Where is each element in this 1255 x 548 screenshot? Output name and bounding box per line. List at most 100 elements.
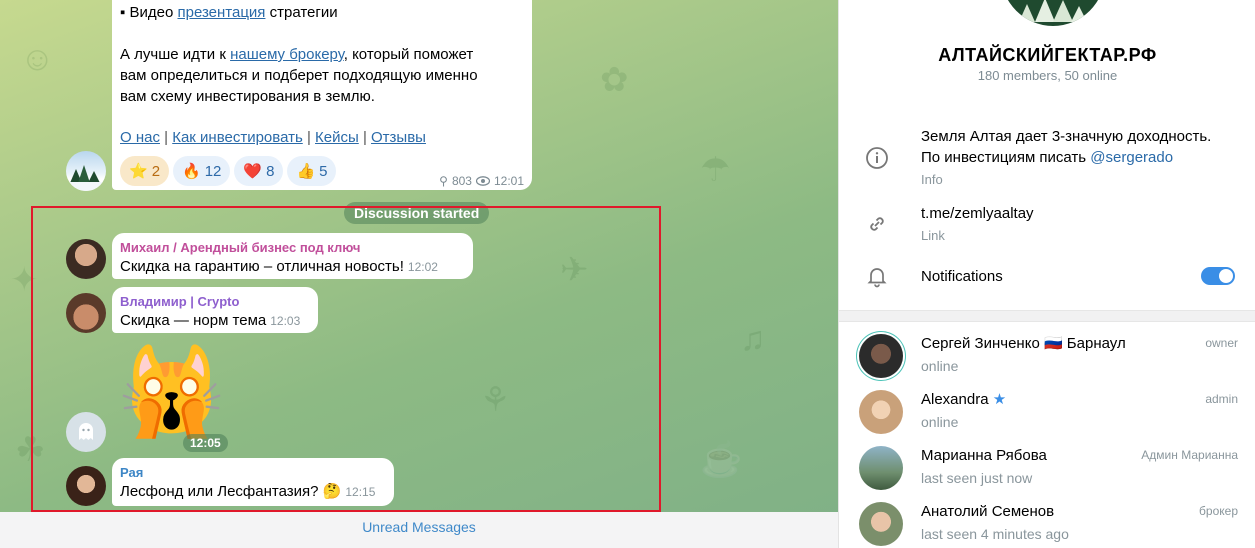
reaction-count: 2 <box>151 162 161 180</box>
bell-icon <box>867 268 887 288</box>
avatar <box>859 502 903 546</box>
channel-post[interactable]: ▪ Видео презентация стратегии А лучше ид… <box>112 0 532 190</box>
message-text: Лесфонд или Лесфантазия? 🤔 <box>120 483 342 500</box>
member-row[interactable]: Марианна Рябова last seen just now Админ… <box>839 440 1255 496</box>
info-icon <box>866 147 888 169</box>
ghost-icon <box>79 423 93 440</box>
message-author[interactable]: Рая <box>120 464 384 481</box>
post-text: А лучше идти к <box>120 46 231 63</box>
message-bubble[interactable]: Владимир | Crypto Скидка — норм тема 12:0… <box>112 287 318 333</box>
channel-info-pane: АЛТАЙСКИЙГЕКТАР.РФ 180 members, 50 onlin… <box>838 0 1255 548</box>
background-doodle: ♫ <box>740 320 766 358</box>
post-text: вам определиться и подберет подходящую и… <box>120 67 478 84</box>
message-time: 12:15 <box>345 485 376 499</box>
post-text: , который поможет <box>343 46 474 63</box>
channel-avatar[interactable] <box>66 151 106 191</box>
section-divider <box>839 310 1255 322</box>
thumbs-up-icon: 👍 <box>296 163 316 180</box>
reaction-count: 5 <box>319 162 328 180</box>
link-icon <box>870 217 884 231</box>
mention-link[interactable]: @sergerado <box>1090 149 1173 166</box>
link-label: Link <box>921 228 945 243</box>
info-label: Info <box>921 172 943 187</box>
reactions-bar: ⭐ 2 🔥 12 ❤️ 8 👍 5 <box>120 156 337 186</box>
ghost-avatar[interactable] <box>66 412 106 452</box>
member-role: Админ Марианна <box>1141 448 1238 462</box>
post-paragraph: А лучше идти к нашему брокеру, который п… <box>120 44 524 65</box>
avatar <box>859 334 903 378</box>
fire-icon: 🔥 <box>182 163 201 180</box>
channel-member-count: 180 members, 50 online <box>977 68 1118 83</box>
reaction-fire[interactable]: 🔥 12 <box>173 156 231 186</box>
channel-description[interactable]: Земля Алтая дает 3-значную доходность. П… <box>921 126 1211 168</box>
notifications-toggle[interactable] <box>1201 267 1235 285</box>
post-line-video: ▪ Видео презентация стратегии <box>120 2 524 23</box>
channel-link[interactable]: t.me/zemlyaaltay <box>921 203 1034 224</box>
avatar[interactable] <box>66 466 106 506</box>
chat-pane[interactable]: ☺ ✿ ☂ ✈ ♫ ⚘ ☕ ✦ ☘ ▪ Видео презентация ст… <box>0 0 838 548</box>
avatar[interactable] <box>66 293 106 333</box>
presentation-link[interactable]: презентация <box>177 4 265 21</box>
cat-sticker[interactable]: 🙀 <box>118 342 225 442</box>
eye-icon <box>475 176 490 186</box>
member-status: online <box>921 358 959 374</box>
message-time: 12:03 <box>270 314 301 328</box>
reaction-star[interactable]: ⭐ 2 <box>120 156 170 186</box>
link-separator: | <box>306 129 311 146</box>
channel-title: АЛТАЙСКИЙГЕКТАР.РФ <box>938 45 1157 65</box>
heart-icon: ❤️ <box>243 163 263 180</box>
member-name: Марианна Рябова <box>921 447 1047 464</box>
message-bubble[interactable]: Рая Лесфонд или Лесфантазия? 🤔 12:15 <box>112 458 394 506</box>
about-link[interactable]: О нас <box>120 129 160 146</box>
link-separator: | <box>362 129 367 146</box>
reaction-heart[interactable]: ❤️ 8 <box>234 156 284 186</box>
sticker-time: 12:05 <box>183 434 228 452</box>
message-author[interactable]: Владимир | Crypto <box>120 293 308 310</box>
toggle-knob <box>1219 269 1233 283</box>
avatar <box>859 390 903 434</box>
message-bubble[interactable]: Михаил / Арендный бизнес под ключ Скидка… <box>112 233 473 279</box>
member-status: online <box>921 414 959 430</box>
reaction-thumbs-up[interactable]: 👍 5 <box>287 156 337 186</box>
member-name-text: Alexandra <box>921 391 989 408</box>
member-role: брокер <box>1199 504 1238 518</box>
post-links: О нас | Как инвестировать | Кейсы | Отзы… <box>120 127 524 148</box>
member-row[interactable]: Alexandra ★ online admin <box>839 384 1255 440</box>
member-name: Анатолий Семенов <box>921 503 1055 520</box>
member-row[interactable]: Сергей Зинченко 🇷🇺 Барнаул online owner <box>839 328 1255 384</box>
message-time: 12:02 <box>407 260 438 274</box>
member-name: Сергей Зинченко 🇷🇺 Барнаул <box>921 335 1126 352</box>
member-name: Alexandra ★ <box>921 390 1006 410</box>
broker-link[interactable]: нашему брокеру <box>230 46 344 63</box>
background-doodle: ☺ <box>20 40 55 78</box>
post-time: 12:01 <box>493 174 524 188</box>
description-line: По инвестициям писать <box>921 149 1091 166</box>
link-separator: | <box>164 129 169 146</box>
star-icon: ⭐ <box>129 163 148 180</box>
reaction-count: 8 <box>266 162 275 180</box>
background-doodle: ✿ <box>600 61 629 99</box>
unread-messages-divider: Unread Messages <box>0 512 838 548</box>
notifications-label: Notifications <box>921 268 1003 285</box>
member-status: last seen 4 minutes ago <box>921 526 1069 542</box>
background-doodle: ☂ <box>700 151 731 189</box>
message-author[interactable]: Михаил / Арендный бизнес под ключ <box>120 239 463 256</box>
how-to-invest-link[interactable]: Как инвестировать <box>172 129 303 146</box>
message-text: Скидка на гарантию – отличная новость! <box>120 258 404 275</box>
cases-link[interactable]: Кейсы <box>315 129 359 146</box>
member-role: admin <box>1205 392 1238 406</box>
post-text: вам схему инвестирования в землю. <box>120 88 375 105</box>
premium-star-icon: ★ <box>992 391 1007 408</box>
post-text: стратегии <box>265 4 338 21</box>
channel-logo[interactable] <box>1001 0 1105 26</box>
pin-icon: ⚲ <box>439 174 448 188</box>
member-role: owner <box>1205 336 1238 350</box>
view-count: 803 <box>451 174 472 188</box>
message-text: Скидка — норм тема <box>120 312 267 329</box>
background-doodle: ☕ <box>700 441 743 479</box>
member-row[interactable]: Анатолий Семенов last seen 4 minutes ago… <box>839 496 1255 548</box>
reviews-link[interactable]: Отзывы <box>371 129 426 146</box>
member-status: last seen just now <box>921 470 1033 486</box>
post-text: ▪ Видео <box>120 4 178 21</box>
avatar[interactable] <box>66 239 106 279</box>
